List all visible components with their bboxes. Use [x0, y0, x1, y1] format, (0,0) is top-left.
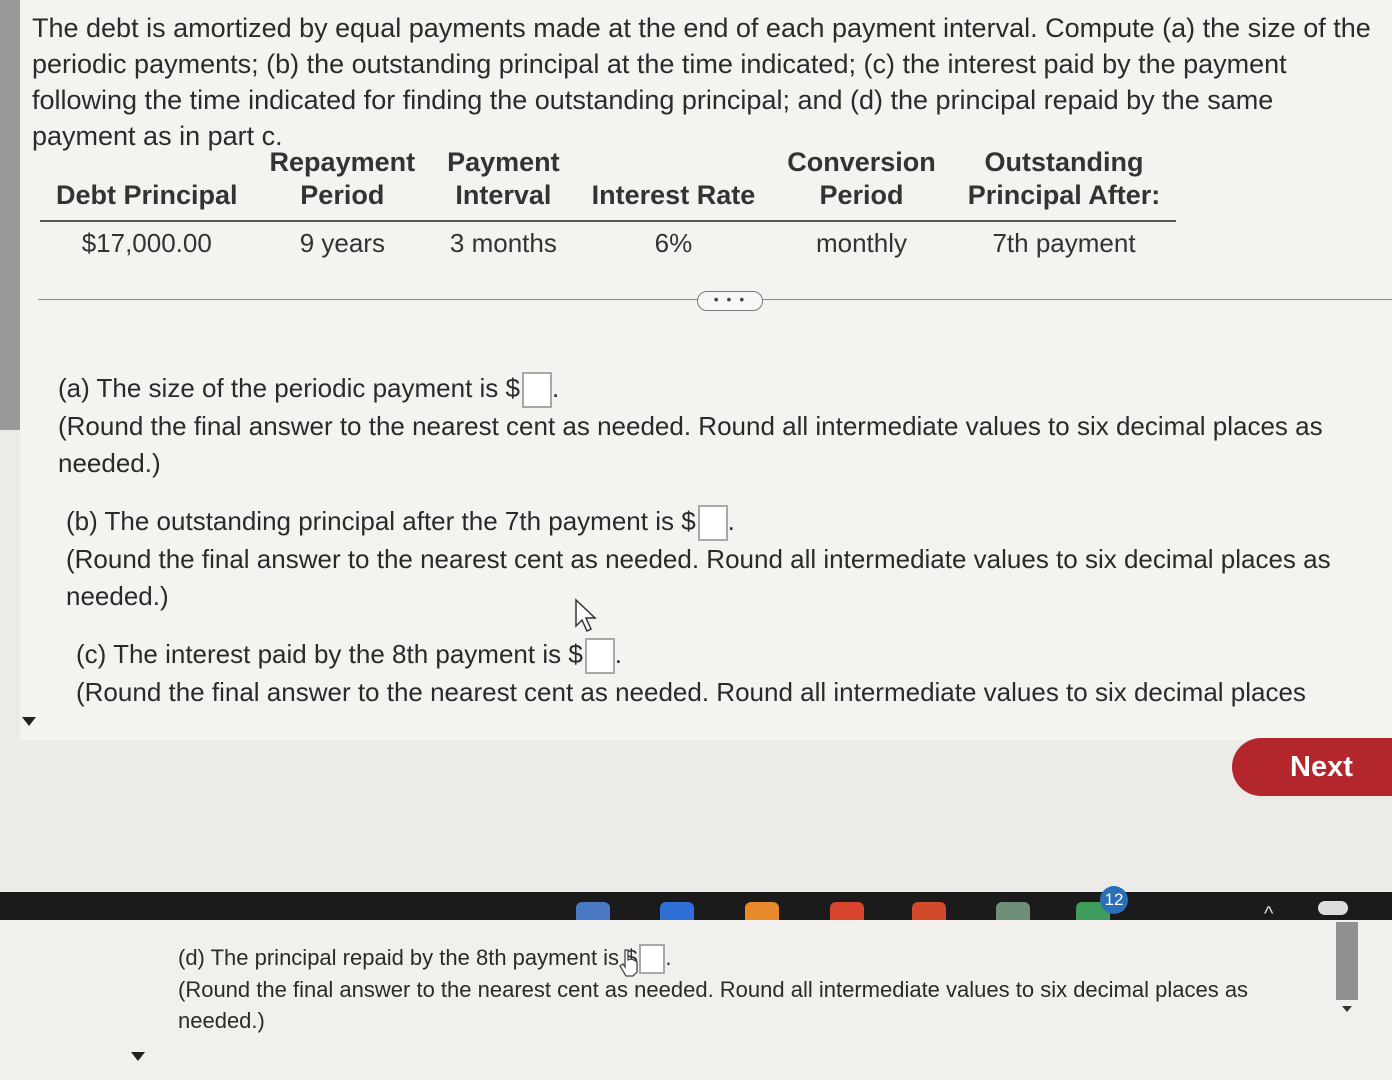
question-c-text: (c) The interest paid by the 8th payment… — [76, 639, 583, 669]
header-debt-principal: Debt Principal — [40, 140, 254, 222]
header-conversion-period: Conversion Period — [771, 140, 952, 222]
cell-conversion-period: monthly — [815, 228, 907, 258]
answer-c-input[interactable] — [584, 638, 615, 675]
problem-intro: The debt is amortized by equal payments … — [32, 13, 1371, 151]
cell-outstanding-after: 7th payment — [992, 228, 1136, 258]
expand-more-button[interactable]: • • • — [697, 291, 763, 311]
edge-browser-icon[interactable] — [660, 902, 694, 922]
header-interest-rate: Interest Rate — [575, 140, 772, 222]
cell-debt-principal: $17,000.00 — [81, 228, 212, 258]
collapse-arrow-bottom-icon[interactable] — [131, 1052, 145, 1061]
scroll-down-icon[interactable] — [1342, 1006, 1352, 1012]
header-outstanding-principal: Outstanding Principal After: — [951, 140, 1177, 222]
question-a-end: . — [551, 373, 560, 403]
answer-a-input[interactable] — [521, 372, 552, 409]
cell-payment-interval: 3 months — [449, 228, 557, 258]
question-b: (b) The outstanding principal after the … — [66, 503, 1356, 615]
table-row: $17,000.00 9 years 3 months 6% monthly 7… — [40, 221, 1176, 265]
table-header-row: Debt Principal Repayment Period Payment In… — [40, 140, 1177, 222]
next-button[interactable]: Next — [1232, 738, 1392, 796]
answer-b-input[interactable] — [697, 505, 728, 542]
notification-badge: 12 — [1100, 886, 1128, 914]
store-app-icon[interactable] — [996, 902, 1030, 922]
left-edge-strip — [0, 0, 20, 430]
question-d: (d) The principal repaid by the 8th paym… — [178, 942, 1318, 1036]
cloud-icon[interactable] — [1318, 901, 1348, 915]
files-app-icon[interactable] — [576, 902, 610, 922]
hand-cursor-icon — [619, 949, 638, 977]
explorer-folder-icon[interactable] — [745, 902, 779, 922]
question-a-note: (Round the final answer to the nearest c… — [58, 411, 1323, 479]
scrollbar-thumb[interactable] — [1336, 922, 1358, 1000]
office-app-icon[interactable] — [912, 902, 946, 922]
question-d-text: (d) The principal repaid by the 8th paym… — [178, 945, 638, 970]
question-c: (c) The interest paid by the 8th payment… — [76, 636, 1366, 711]
parameters-table: Debt Principal Repayment Period Payment In… — [40, 140, 1177, 265]
question-c-end: . — [614, 639, 623, 669]
collapse-arrow-icon[interactable] — [22, 717, 36, 726]
cell-interest-rate: 6% — [654, 228, 693, 258]
answer-d-input[interactable] — [639, 944, 666, 975]
question-d-end: . — [665, 945, 672, 970]
question-b-note: (Round the final answer to the nearest c… — [66, 544, 1331, 612]
taskbar — [0, 892, 1392, 922]
header-payment-interval: Payment Interval — [431, 140, 576, 222]
question-c-note: (Round the final answer to the nearest c… — [76, 677, 1306, 708]
chrome-browser-icon[interactable] — [830, 902, 864, 922]
mouse-cursor-icon — [575, 598, 597, 633]
question-a-text: (a) The size of the periodic payment is … — [58, 373, 520, 403]
header-repayment-period: Repayment Period — [253, 140, 432, 222]
question-d-note: (Round the final answer to the nearest c… — [178, 977, 1249, 1034]
question-b-text: (b) The outstanding principal after the … — [66, 506, 696, 536]
question-b-end: . — [727, 506, 735, 536]
cell-repayment-period: 9 years — [299, 228, 385, 258]
question-a: (a) The size of the periodic payment is … — [58, 370, 1348, 482]
